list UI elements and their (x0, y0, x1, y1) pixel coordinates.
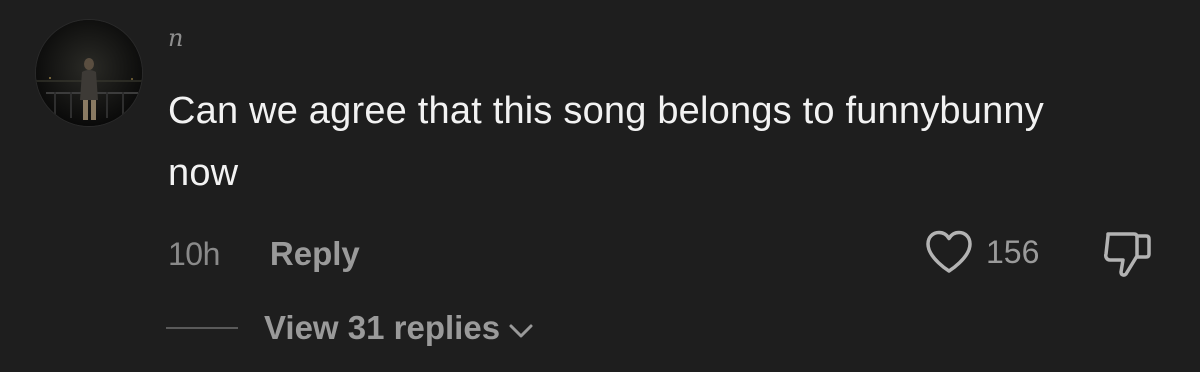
heart-icon (926, 230, 972, 273)
avatar[interactable] (36, 20, 142, 126)
like-button[interactable]: 156 (924, 228, 1039, 276)
view-replies-label: View 31 replies (264, 309, 501, 346)
comment-timestamp: 10h (168, 235, 220, 272)
reply-button[interactable]: Reply (270, 235, 360, 273)
thumbs-down-icon (1104, 232, 1151, 277)
comment-item: n Can we agree that this song belongs to… (0, 0, 1200, 372)
comment-username[interactable]: n (168, 26, 183, 50)
avatar-photo (36, 20, 142, 126)
comment-meta: 10h Reply (168, 232, 360, 276)
replies-divider (166, 327, 238, 329)
dislike-button[interactable] (1100, 226, 1156, 280)
comment-text: Can we agree that this song belongs to f… (168, 90, 1044, 194)
view-replies-button[interactable]: View 31 replies (166, 306, 534, 350)
like-count: 156 (986, 233, 1040, 270)
chevron-down-icon (509, 324, 533, 338)
